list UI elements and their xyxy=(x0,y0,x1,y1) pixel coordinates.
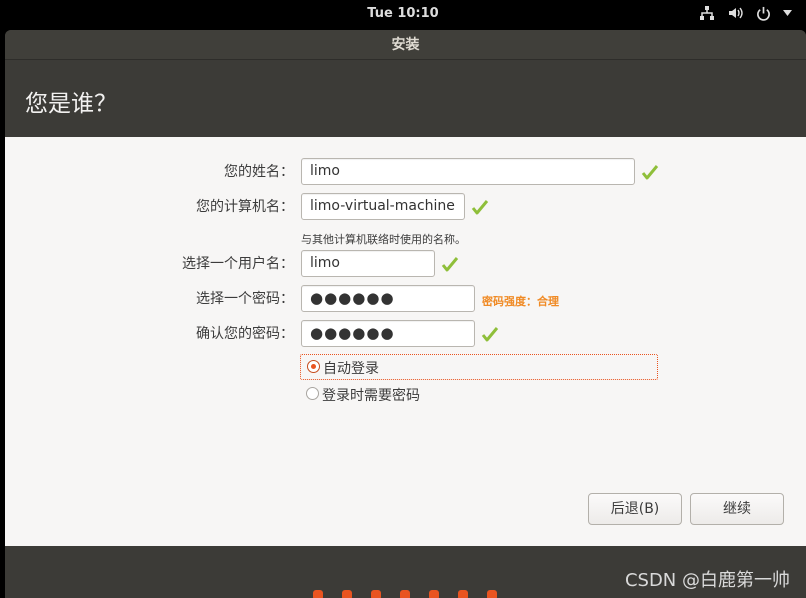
system-tray xyxy=(699,5,792,21)
radio-selected-icon[interactable] xyxy=(307,360,320,373)
username-field[interactable]: limo xyxy=(301,250,435,277)
chevron-down-icon[interactable] xyxy=(783,10,792,16)
progress-dot xyxy=(371,590,381,598)
progress-footer: CSDN @白鹿第一帅 xyxy=(5,546,806,598)
progress-dot xyxy=(458,590,468,598)
check-icon xyxy=(481,327,499,342)
username-label: 选择一个用户名： xyxy=(182,256,294,272)
back-button[interactable]: 后退(B) xyxy=(588,493,682,525)
power-icon[interactable] xyxy=(756,6,771,21)
confirm-password-field[interactable]: ●●●●●● xyxy=(301,320,475,347)
network-icon[interactable] xyxy=(699,5,715,21)
top-panel: Tue 10:10 xyxy=(0,0,806,28)
check-icon xyxy=(641,165,659,180)
confirm-password-label: 确认您的密码： xyxy=(196,326,294,342)
user-form: 您的姓名： limo 您的计算机名： limo-virtual-machine … xyxy=(5,137,806,546)
password-field[interactable]: ●●●●●● xyxy=(301,285,475,312)
watermark: CSDN @白鹿第一帅 xyxy=(624,570,790,591)
progress-dot xyxy=(400,590,410,598)
name-field[interactable]: limo xyxy=(301,158,635,185)
name-label: 您的姓名： xyxy=(224,164,294,180)
login-password-option[interactable]: 登录时需要密码 xyxy=(300,383,500,407)
clock[interactable]: Tue 10:10 xyxy=(0,6,806,21)
computer-name-hint: 与其他计算机联络时使用的名称。 xyxy=(301,233,466,246)
check-icon xyxy=(441,257,459,272)
login-auto-option[interactable]: 自动登录 xyxy=(300,354,658,380)
login-auto-label: 自动登录 xyxy=(323,361,379,377)
page-header: 您是谁？ xyxy=(5,60,806,137)
page-title: 您是谁？ xyxy=(25,91,117,117)
progress-dot xyxy=(487,590,497,598)
password-label: 选择一个密码： xyxy=(196,291,294,307)
password-strength: 密码强度：合理 xyxy=(482,295,559,308)
progress-dot xyxy=(429,590,439,598)
computer-name-label: 您的计算机名： xyxy=(196,199,294,215)
login-password-label: 登录时需要密码 xyxy=(322,388,420,404)
continue-button[interactable]: 继续 xyxy=(690,493,784,525)
check-icon xyxy=(471,200,489,215)
progress-dot xyxy=(313,590,323,598)
window-title: 安装 xyxy=(5,30,806,60)
installer-window: 安装 您是谁？ 您的姓名： limo 您的计算机名： limo-virtual-… xyxy=(5,30,806,598)
volume-icon[interactable] xyxy=(727,5,744,21)
computer-name-field[interactable]: limo-virtual-machine xyxy=(301,193,465,220)
progress-dot xyxy=(342,590,352,598)
radio-unselected-icon[interactable] xyxy=(306,387,319,400)
